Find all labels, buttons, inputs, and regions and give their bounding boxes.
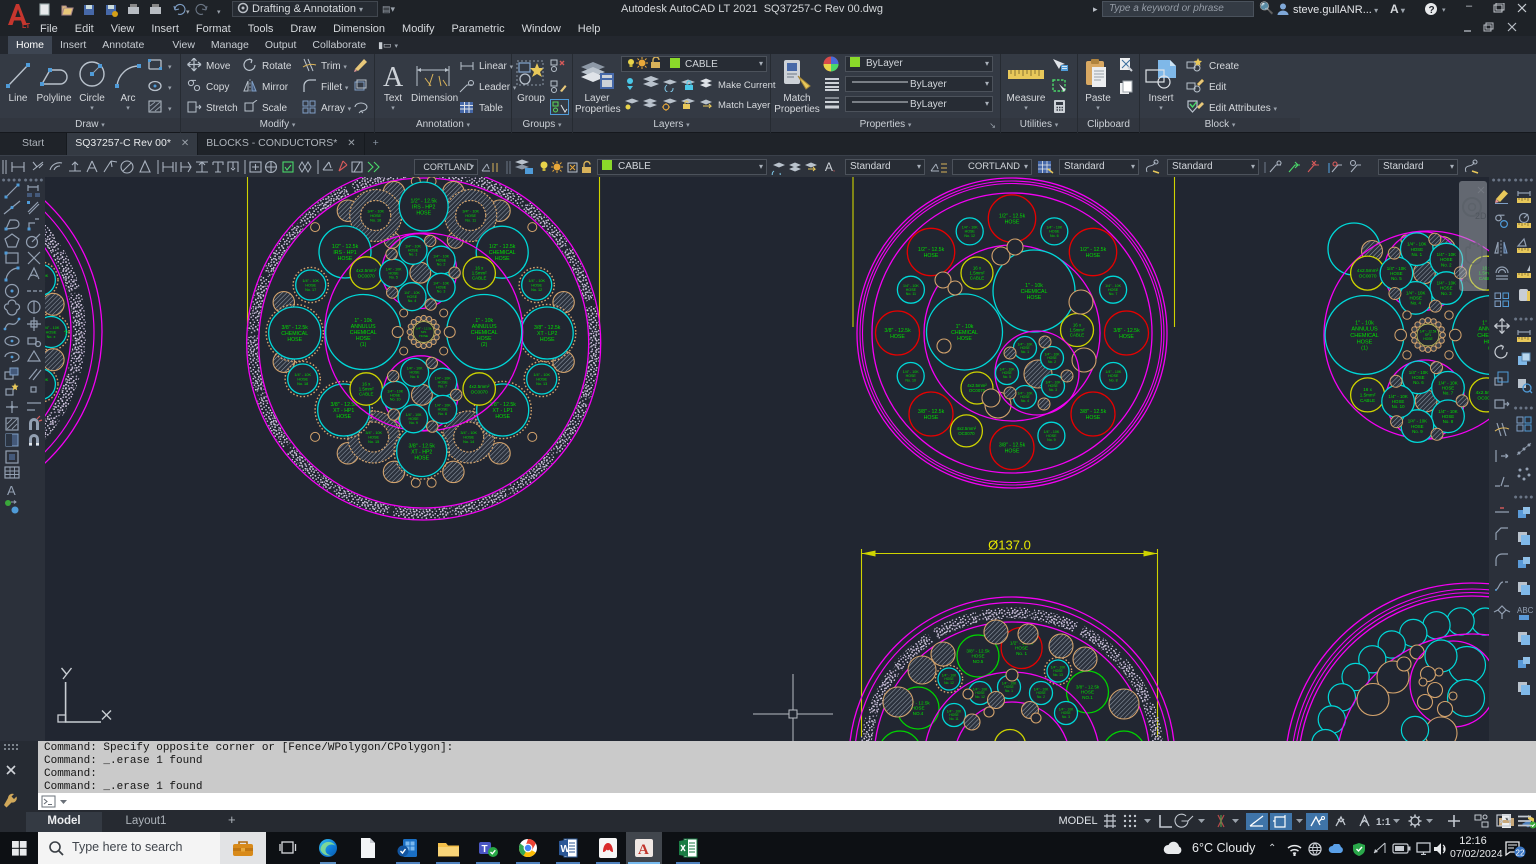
svg-text:▾: ▾ xyxy=(1442,7,1446,14)
svg-text:T: T xyxy=(482,844,488,855)
svg-text:ABC: ABC xyxy=(1517,606,1533,615)
svg-text:?: ? xyxy=(1429,5,1435,16)
svg-text:A: A xyxy=(7,483,16,498)
svg-text:22: 22 xyxy=(1516,849,1525,858)
svg-text:4x2.5mm²OC0070: 4x2.5mm²OC0070 xyxy=(1476,390,1489,402)
svg-text:A: A xyxy=(383,62,404,90)
svg-text:A: A xyxy=(638,842,649,858)
svg-text:LT: LT xyxy=(22,23,31,29)
svg-text:4x2.5mm²OC0070: 4x2.5mm²OC0070 xyxy=(957,426,977,436)
svg-text:?: ? xyxy=(64,331,68,338)
svg-text:4x2.5mm²OC0070: 4x2.5mm²OC0070 xyxy=(356,268,377,278)
svg-text:1:1: 1:1 xyxy=(1376,817,1391,828)
svg-text:Ø137.0: Ø137.0 xyxy=(988,538,1031,553)
svg-text:4x2.5mm²OC0070: 4x2.5mm²OC0070 xyxy=(469,384,490,394)
svg-text:2D: 2D xyxy=(1475,211,1487,221)
svg-text:4x2.5mm²OC0070: 4x2.5mm²OC0070 xyxy=(1357,268,1379,280)
